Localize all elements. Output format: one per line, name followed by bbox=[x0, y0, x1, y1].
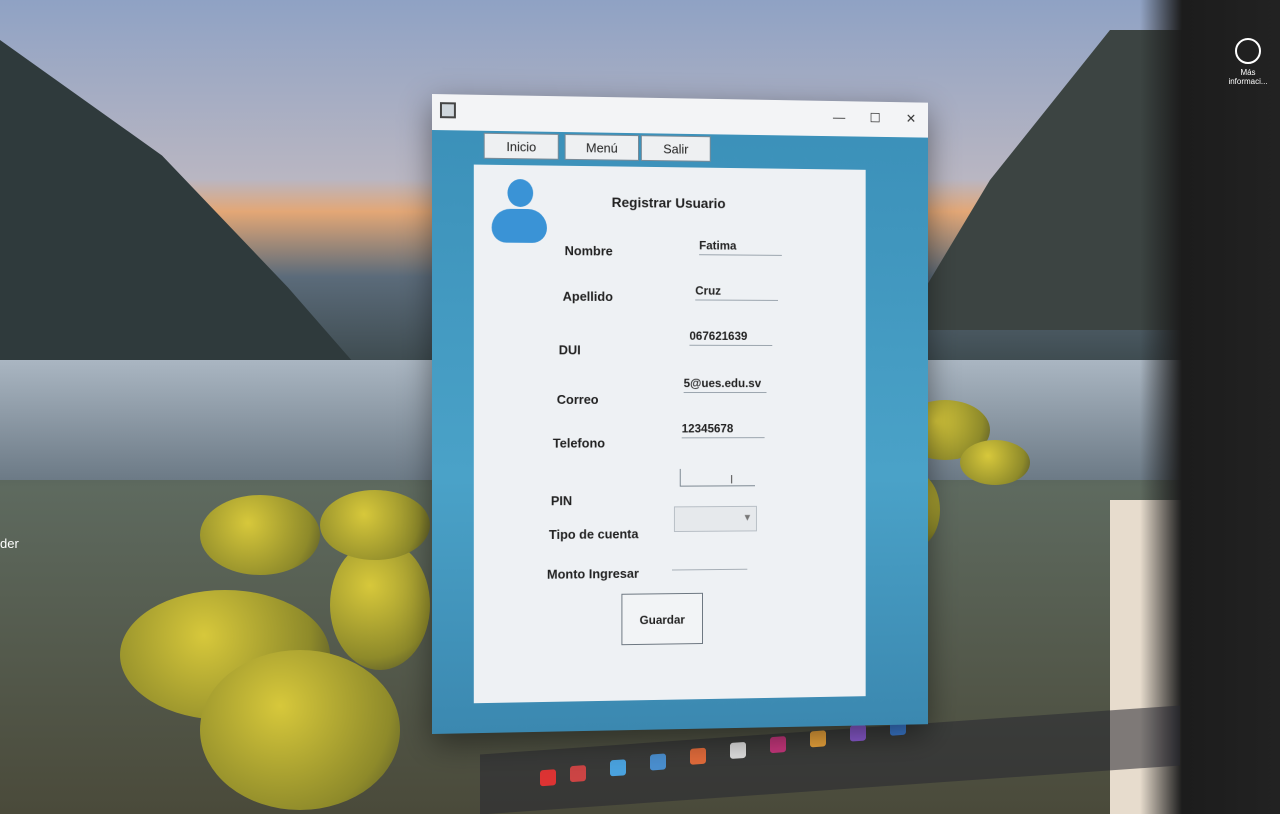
monto-input[interactable] bbox=[672, 556, 748, 571]
apellido-label: Apellido bbox=[562, 288, 613, 304]
nav-menu-button[interactable]: Menú bbox=[564, 134, 639, 161]
minimize-button[interactable]: — bbox=[826, 107, 853, 129]
user-avatar-icon bbox=[491, 178, 547, 245]
app-icon bbox=[439, 102, 456, 119]
correo-label: Correo bbox=[556, 392, 599, 407]
form-title: Registrar Usuario bbox=[611, 194, 726, 212]
nav-inicio-button[interactable]: Inicio bbox=[483, 132, 559, 160]
taskbar-app-icon[interactable] bbox=[770, 736, 786, 754]
avatar-body bbox=[491, 208, 547, 244]
desktop-shortcut-label: Más informaci... bbox=[1228, 68, 1268, 86]
register-form-panel: Registrar Usuario Nombre Fatima Apellido… bbox=[473, 164, 866, 704]
dui-label: DUI bbox=[558, 342, 581, 358]
app-window: — ☐ ✕ Inicio Menú Salir Registrar Usuari… bbox=[432, 94, 928, 734]
monto-label: Monto Ingresar bbox=[546, 565, 639, 582]
taskbar-app-icon[interactable] bbox=[570, 765, 586, 783]
info-icon bbox=[1235, 38, 1261, 64]
taskbar-app-icon[interactable] bbox=[730, 741, 746, 759]
tipo-cuenta-select[interactable]: ▼ bbox=[673, 505, 757, 533]
nombre-field[interactable]: Fatima bbox=[699, 238, 782, 256]
telefono-field[interactable]: 12345678 bbox=[681, 421, 765, 439]
maximize-button[interactable]: ☐ bbox=[862, 107, 889, 129]
rock bbox=[960, 440, 1030, 485]
title-bar: — ☐ ✕ bbox=[432, 94, 928, 138]
taskbar-app-icon[interactable] bbox=[650, 753, 666, 771]
chevron-down-icon: ▼ bbox=[742, 512, 753, 524]
pin-input[interactable] bbox=[679, 468, 755, 487]
pin-label: PIN bbox=[550, 493, 573, 509]
desktop-shortcut[interactable]: Más informaci... bbox=[1228, 38, 1268, 86]
apellido-field[interactable]: Cruz bbox=[695, 283, 779, 301]
dui-field[interactable]: 067621639 bbox=[689, 328, 773, 346]
desktop-item-label: der bbox=[0, 536, 19, 551]
text-cursor-icon: I bbox=[729, 472, 734, 487]
taskbar-app-icon[interactable] bbox=[540, 769, 556, 787]
nav-salir-button[interactable]: Salir bbox=[640, 135, 711, 162]
rock bbox=[200, 495, 320, 575]
avatar-head bbox=[507, 178, 534, 208]
tipo-cuenta-label: Tipo de cuenta bbox=[548, 526, 639, 542]
monitor-bezel bbox=[1140, 0, 1280, 814]
rock bbox=[200, 650, 400, 810]
guardar-button[interactable]: Guardar bbox=[621, 592, 703, 646]
taskbar-app-icon[interactable] bbox=[850, 724, 866, 742]
nombre-label: Nombre bbox=[564, 243, 613, 259]
close-button[interactable]: ✕ bbox=[898, 108, 924, 130]
telefono-label: Telefono bbox=[552, 435, 606, 451]
mountain-left bbox=[0, 40, 360, 370]
rock bbox=[320, 490, 430, 560]
taskbar-app-icon[interactable] bbox=[810, 730, 826, 748]
taskbar-app-icon[interactable] bbox=[690, 747, 706, 765]
taskbar-app-icon[interactable] bbox=[610, 759, 626, 777]
correo-field[interactable]: 5@ues.edu.sv bbox=[683, 376, 767, 394]
